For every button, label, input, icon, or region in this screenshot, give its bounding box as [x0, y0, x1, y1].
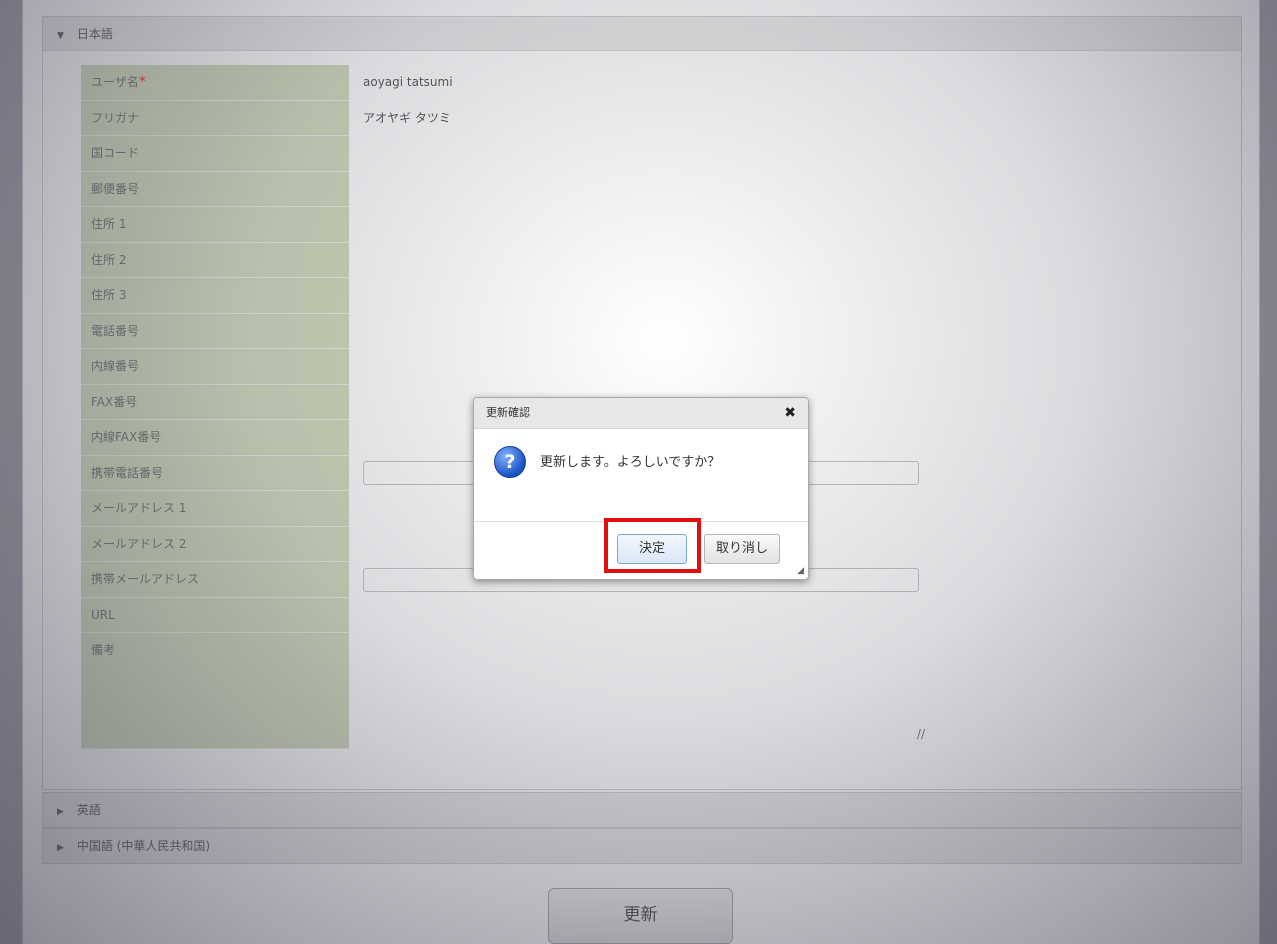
form-row-notes: 備考 // [81, 633, 1231, 749]
label-address2: 住所 2 [81, 242, 349, 278]
section-header-english[interactable]: ▶ 英語 [43, 793, 1241, 827]
required-mark: * [138, 74, 146, 90]
label-mobile-email: 携帯メールアドレス [81, 562, 349, 598]
section-title-japanese: 日本語 [76, 27, 113, 41]
cancel-button[interactable]: 取り消し [704, 534, 780, 564]
label-phone: 電話番号 [81, 313, 349, 349]
label-extension: 内線番号 [81, 349, 349, 385]
resize-grip-icon[interactable]: ◢ [797, 566, 804, 576]
form-row-url: URL [81, 597, 1231, 634]
label-country-code: 国コード [81, 136, 349, 172]
label-mobile-phone: 携帯電話番号 [81, 455, 349, 491]
value-furigana: アオヤギ タツミ [363, 110, 451, 125]
highlight-box [604, 518, 701, 573]
dialog-body: ? 更新します。よろしいですか？ [474, 429, 808, 522]
form-row-address2: 住所 2 [81, 242, 1231, 279]
resize-handle-icon[interactable]: // [917, 727, 925, 741]
label-furigana: フリガナ [81, 100, 349, 136]
update-button[interactable]: 更新 [548, 888, 733, 944]
label-fax: FAX番号 [81, 384, 349, 420]
section-english: ▶ 英語 [42, 792, 1242, 828]
value-address3 [349, 278, 1231, 314]
notes-textarea[interactable] [349, 633, 1231, 749]
section-header-japanese[interactable]: ▼ 日本語 [43, 17, 1241, 51]
label-email2: メールアドレス 2 [81, 526, 349, 562]
value-extension [349, 349, 1231, 385]
label-extension-fax: 内線FAX番号 [81, 420, 349, 456]
form-row-phone: 電話番号 [81, 313, 1231, 350]
form-row-address3: 住所 3 [81, 278, 1231, 314]
expanded-icon: ▼ [57, 31, 64, 41]
label-postal-code: 郵便番号 [81, 171, 349, 207]
dialog-title: 更新確認 [486, 406, 530, 419]
section-title-english: 英語 [76, 803, 101, 817]
label-username: ユーザ名 [91, 75, 139, 89]
form-row-extension: 内線番号 [81, 349, 1231, 385]
value-username: aoyagi tatsumi [363, 75, 453, 89]
label-address3: 住所 3 [81, 278, 349, 314]
value-url [349, 598, 1231, 634]
value-address1 [349, 207, 1231, 243]
form-row-address1: 住所 1 [81, 207, 1231, 243]
collapsed-icon: ▶ [57, 843, 64, 853]
form-row-postal-code: 郵便番号 [81, 171, 1231, 208]
label-url: URL [81, 597, 349, 633]
collapsed-icon: ▶ [57, 807, 64, 817]
question-icon: ? [494, 446, 526, 478]
value-country-code [349, 136, 1231, 172]
value-phone [349, 314, 1231, 350]
label-address1: 住所 1 [81, 207, 349, 243]
value-address2 [349, 243, 1231, 279]
dialog-titlebar[interactable]: 更新確認 ✖ [474, 398, 808, 429]
section-title-chinese: 中国語 (中華人民共和国) [76, 839, 211, 853]
label-email1: メールアドレス 1 [81, 491, 349, 527]
label-notes: 備考 [81, 633, 349, 749]
section-chinese: ▶ 中国語 (中華人民共和国) [42, 828, 1242, 864]
value-postal-code [349, 172, 1231, 208]
form-row-country-code: 国コード [81, 136, 1231, 172]
dialog-message: 更新します。よろしいですか？ [540, 455, 721, 470]
form-row-furigana: フリガナ アオヤギ タツミ [81, 100, 1231, 136]
close-icon[interactable]: ✖ [784, 398, 796, 428]
section-header-chinese[interactable]: ▶ 中国語 (中華人民共和国) [43, 829, 1241, 863]
form-row-username: ユーザ名* aoyagi tatsumi [81, 65, 1231, 101]
